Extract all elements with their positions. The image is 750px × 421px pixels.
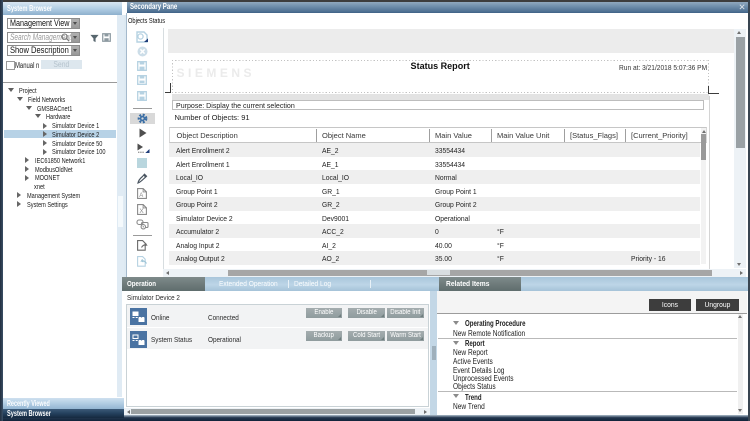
svg-text:A: A — [139, 193, 143, 199]
svg-text:X: X — [139, 208, 144, 215]
